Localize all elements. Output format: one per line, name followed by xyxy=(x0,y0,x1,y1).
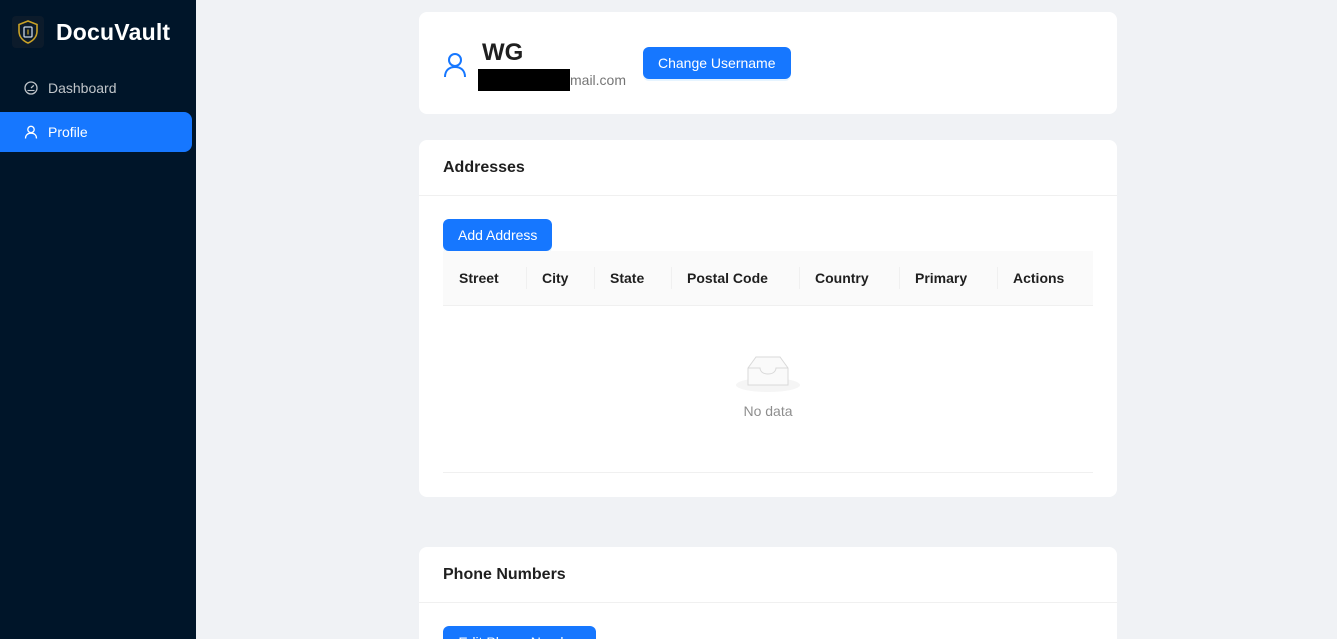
phone-numbers-card: Phone Numbers Edit Phone Number xyxy=(419,547,1117,639)
user-avatar-icon xyxy=(443,52,467,78)
username: WG xyxy=(482,39,524,66)
column-city[interactable]: City xyxy=(526,251,594,305)
sidebar-item-dashboard[interactable]: Dashboard xyxy=(0,68,192,108)
addresses-table: Street City State Postal Code Country Pr… xyxy=(443,251,1093,473)
email: mail.com xyxy=(478,69,626,91)
column-primary[interactable]: Primary xyxy=(899,251,997,305)
dashboard-icon xyxy=(24,81,38,95)
column-country[interactable]: Country xyxy=(799,251,899,305)
addresses-card: Addresses Add Address Street City State … xyxy=(419,140,1117,497)
shield-document-logo-icon xyxy=(12,16,44,48)
column-postal-code[interactable]: Postal Code xyxy=(671,251,799,305)
redaction-bar xyxy=(478,69,570,91)
brand[interactable]: DocuVault xyxy=(0,0,196,64)
sidebar: DocuVault Dashboard Profile xyxy=(0,0,196,639)
change-username-button[interactable]: Change Username xyxy=(643,47,791,79)
column-street[interactable]: Street xyxy=(443,251,526,305)
column-actions[interactable]: Actions xyxy=(997,251,1093,305)
app-name: DocuVault xyxy=(56,18,171,45)
sidebar-item-profile[interactable]: Profile xyxy=(0,112,192,152)
sidebar-menu: Dashboard Profile xyxy=(0,68,196,152)
column-state[interactable]: State xyxy=(594,251,671,305)
user-icon xyxy=(24,125,38,139)
add-address-button[interactable]: Add Address xyxy=(443,219,553,251)
empty-state: No data xyxy=(443,306,1093,473)
email-text: mail.com xyxy=(570,72,627,88)
edit-phone-number-button[interactable]: Edit Phone Number xyxy=(443,626,596,639)
table-header: Street City State Postal Code Country Pr… xyxy=(443,251,1093,306)
profile-card: WG mail.com Change Username xyxy=(419,12,1117,114)
sidebar-item-label: Profile xyxy=(48,124,88,140)
sidebar-item-label: Dashboard xyxy=(48,80,117,96)
addresses-title: Addresses xyxy=(419,140,1117,196)
phone-numbers-title: Phone Numbers xyxy=(419,547,1117,603)
empty-text: No data xyxy=(743,403,793,419)
empty-inbox-icon xyxy=(736,352,800,393)
